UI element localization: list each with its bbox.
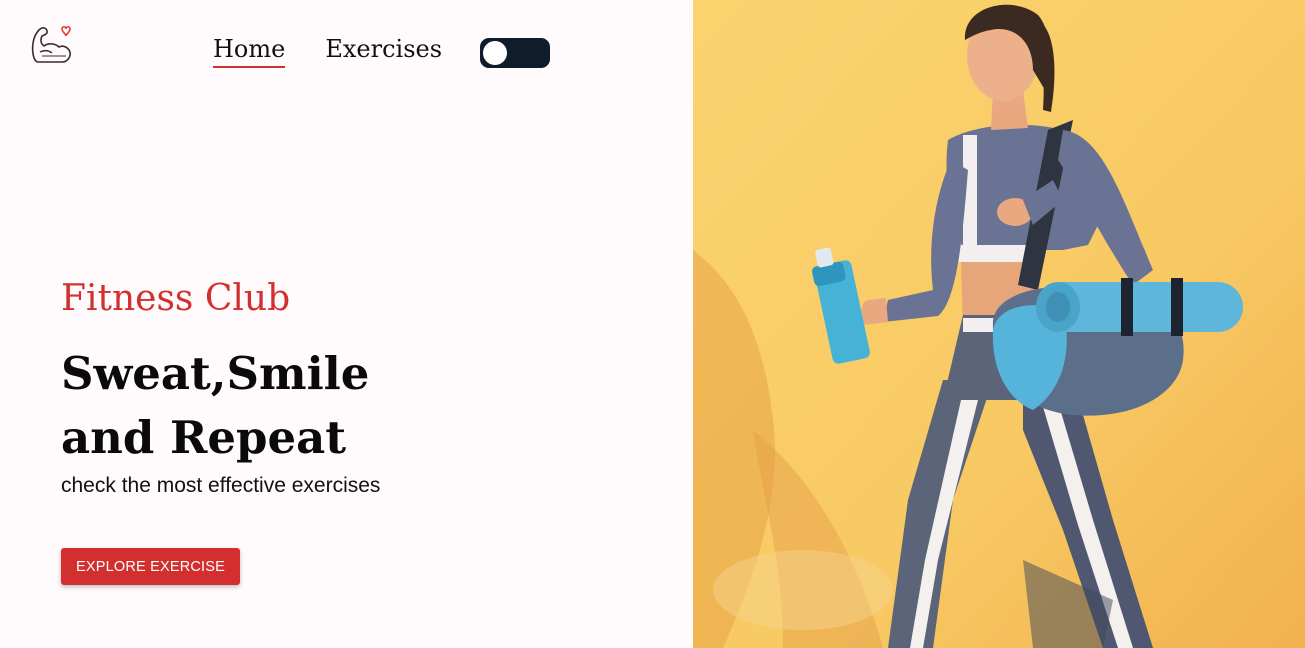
hero-headline-line1: Sweat,Smile: [61, 347, 370, 400]
main-nav: Home Exercises: [213, 34, 442, 68]
nav-link-home[interactable]: Home: [213, 34, 286, 68]
hero-headline: Sweat,Smile and Repeat: [61, 342, 380, 470]
nav-link-exercises[interactable]: Exercises: [325, 34, 442, 66]
hero-headline-line2: and Repeat: [61, 411, 347, 464]
theme-toggle[interactable]: [480, 38, 550, 68]
toggle-knob: [483, 41, 507, 65]
logo[interactable]: [28, 22, 74, 66]
hero-subtitle: check the most effective exercises: [61, 474, 381, 497]
woman-with-gym-bag-and-bottle-photo: [693, 0, 1305, 648]
hero-text: Fitness Club Sweat,Smile and Repeat chec…: [61, 276, 380, 500]
flexed-bicep-heart-icon: [31, 25, 71, 63]
explore-exercise-button[interactable]: EXPLORE EXERCISE: [61, 548, 240, 585]
hero-kicker: Fitness Club: [61, 278, 291, 319]
hero-image: [693, 0, 1305, 648]
